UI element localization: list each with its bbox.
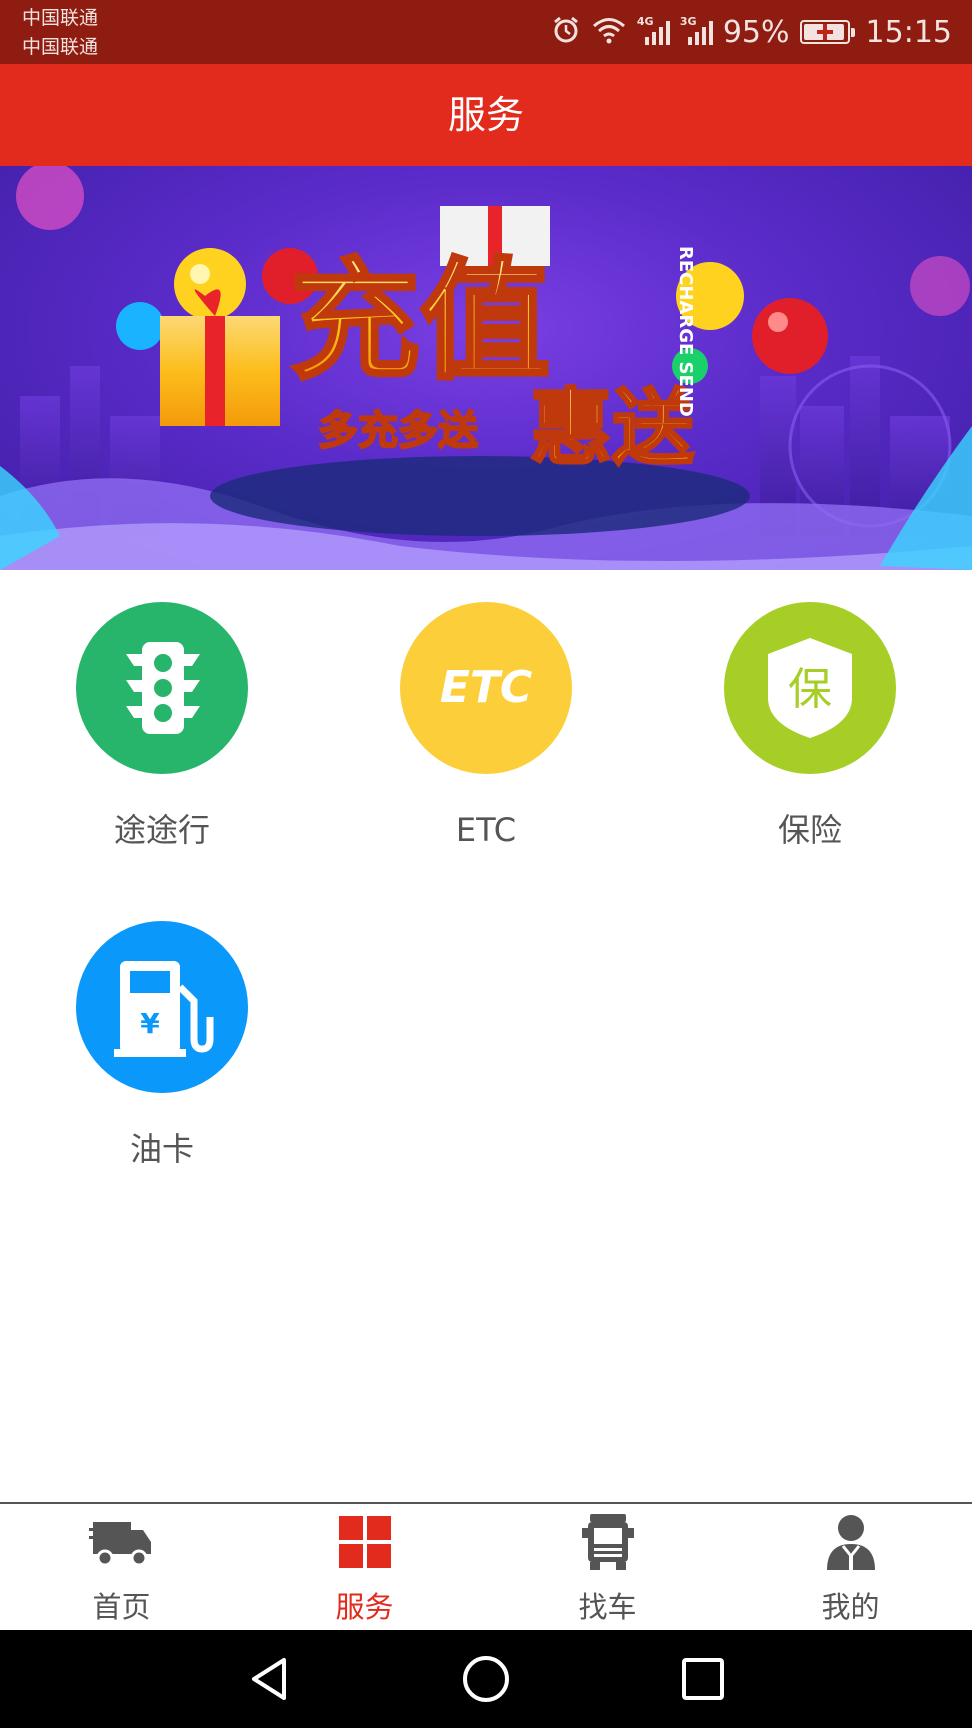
truck-icon xyxy=(88,1512,155,1576)
alarm-icon xyxy=(551,15,581,49)
nav-label: 服务 xyxy=(335,1590,394,1624)
page-title: 服务 xyxy=(447,93,524,137)
lorry-front-icon xyxy=(578,1512,638,1578)
service-label: ETC xyxy=(455,811,517,849)
service-circle: 保 xyxy=(724,602,896,774)
nav-item-home[interactable]: 首页 xyxy=(0,1504,243,1630)
promo-banner[interactable]: 充值 惠送 多充多送 RECHARGE SEND xyxy=(0,166,972,570)
recents-icon[interactable] xyxy=(678,1654,728,1708)
etc-icon-text: ETC xyxy=(440,662,532,713)
fuel-pump-icon-text: ¥ xyxy=(140,1007,160,1040)
banner-tagline: 多充多送 xyxy=(318,408,478,454)
service-tutuxing[interactable]: 途途行 xyxy=(52,602,272,850)
signal-icon: 4G xyxy=(637,15,670,45)
banner-vertical-text: RECHARGE SEND xyxy=(675,246,696,417)
battery-charging-icon xyxy=(799,20,855,44)
service-circle xyxy=(76,602,248,774)
carrier-label-1: 中国联通 xyxy=(22,7,99,29)
service-fuel-card[interactable]: ¥ 油卡 xyxy=(52,921,272,1169)
service-circle: ¥ xyxy=(76,921,248,1093)
nav-item-services[interactable]: 服务 xyxy=(243,1504,486,1630)
battery-percent: 95% xyxy=(722,14,790,50)
service-circle: ETC xyxy=(400,602,572,774)
carrier-label-2: 中国联通 xyxy=(22,36,99,58)
system-nav-bar xyxy=(0,1630,972,1728)
signal-icon: 3G xyxy=(680,15,713,45)
network-type-label: 4G xyxy=(636,15,654,28)
service-etc[interactable]: ETC ETC xyxy=(376,602,596,850)
title-bar: 服务 xyxy=(0,64,972,166)
banner-headline: 充值 xyxy=(290,245,550,397)
wifi-icon xyxy=(591,15,627,49)
shield-icon: 保 xyxy=(768,638,852,738)
home-icon[interactable] xyxy=(461,1654,511,1708)
service-label: 保险 xyxy=(777,811,842,849)
bottom-nav: 首页 服务 找车 我的 xyxy=(0,1502,972,1630)
nav-label: 首页 xyxy=(92,1590,151,1624)
screen: 中国联通 中国联通 4G 3G 95% 15:15 服务 充值 惠送 多充多送 … xyxy=(0,0,972,1728)
status-icons: 4G 3G 95% 15:15 xyxy=(551,0,952,64)
nav-label: 找车 xyxy=(578,1590,637,1624)
grid-icon xyxy=(335,1512,395,1576)
nav-label: 我的 xyxy=(821,1590,880,1624)
service-label: 途途行 xyxy=(113,811,210,849)
back-icon[interactable] xyxy=(246,1654,296,1708)
shield-icon-text: 保 xyxy=(788,664,832,715)
etc-icon: ETC xyxy=(440,662,532,713)
fuel-pump-icon: ¥ xyxy=(114,961,214,1057)
nav-item-find-truck[interactable]: 找车 xyxy=(486,1504,729,1630)
service-label: 油卡 xyxy=(129,1130,194,1168)
nav-item-mine[interactable]: 我的 xyxy=(729,1504,972,1630)
banner-headline-2: 惠送 xyxy=(530,381,694,476)
charging-plus xyxy=(816,24,833,40)
user-icon xyxy=(821,1512,881,1578)
service-insurance[interactable]: 保 保险 xyxy=(700,602,920,850)
clock: 15:15 xyxy=(865,14,952,50)
status-bar: 中国联通 中国联通 4G 3G 95% 15:15 xyxy=(0,0,972,64)
network-type-label: 3G xyxy=(679,15,697,28)
banner-artwork: 充值 惠送 多充多送 RECHARGE SEND xyxy=(0,166,972,570)
traffic-light-icon xyxy=(126,642,200,734)
